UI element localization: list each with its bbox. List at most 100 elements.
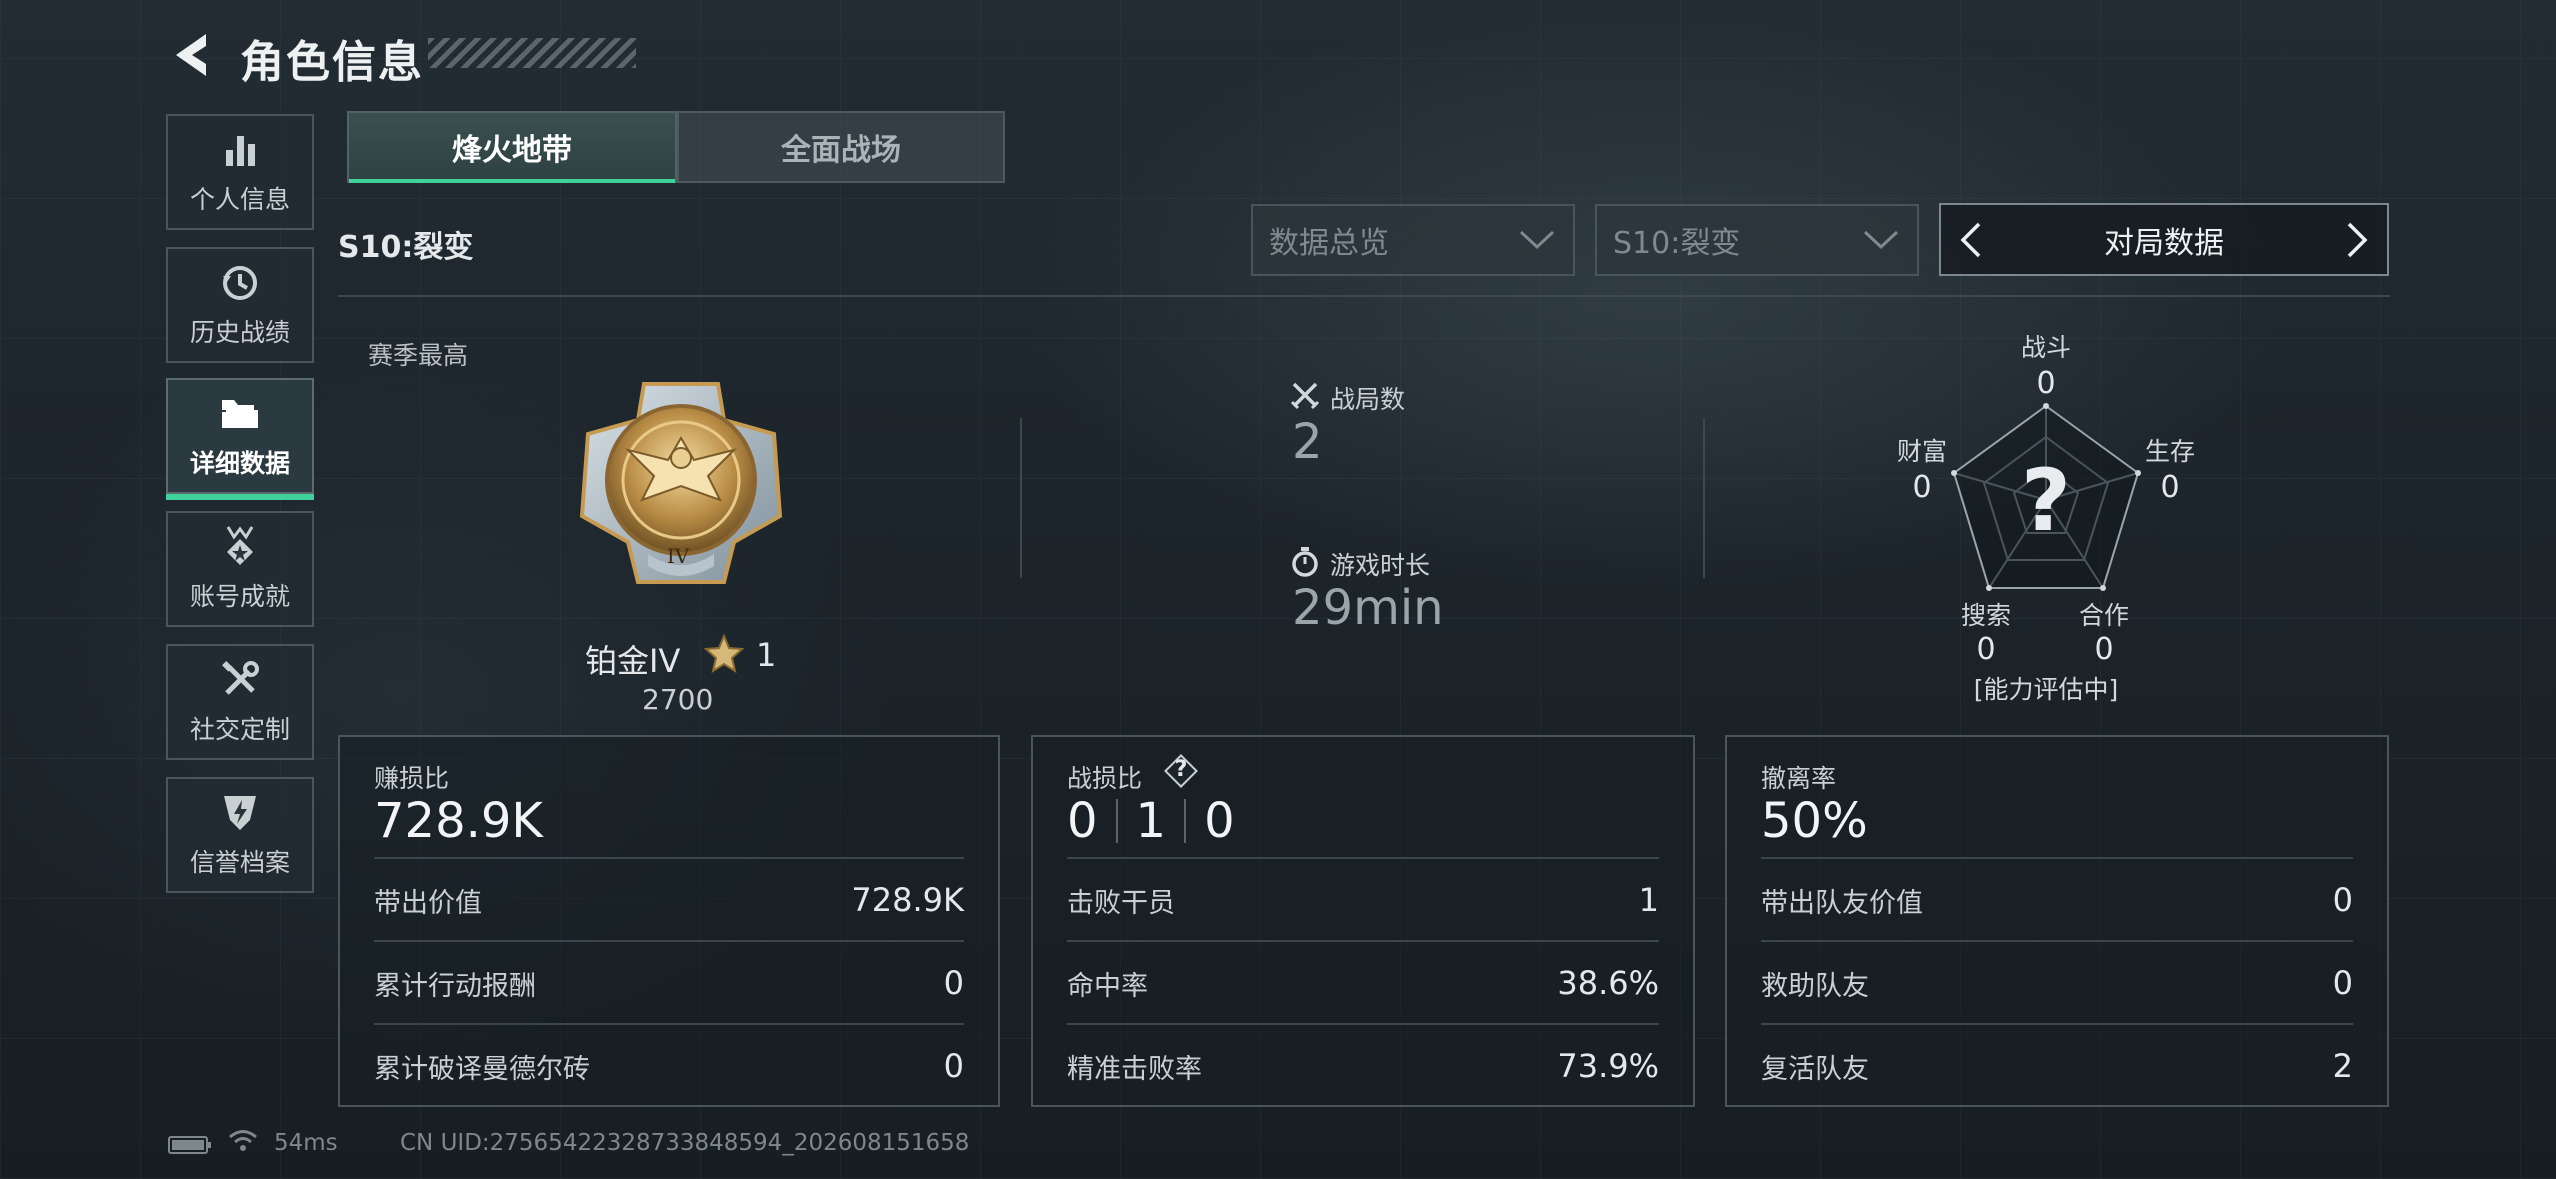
row-value: 38.6%: [1557, 964, 1659, 1002]
medal-icon: [218, 525, 262, 569]
extraction-panel: 撤离率 50% 带出队友价值 0 救助队友 0 复活队友 2: [1725, 735, 2389, 1107]
match-count-value: 2: [1292, 414, 1323, 470]
row-label: 带出队友价值: [1761, 887, 1923, 919]
bar-chart-icon: [218, 128, 262, 172]
sidebar-item-label: 信誉档案: [189, 848, 290, 877]
play-time-label: 游戏时长: [1330, 551, 1431, 580]
help-mark: ?: [1174, 757, 1188, 782]
row-label: 击败干员: [1067, 887, 1175, 919]
overview-dropdown[interactable]: 数据总览: [1251, 204, 1575, 276]
uid-text: CN UID:275654223287338485​94_20260815165…: [400, 1130, 970, 1156]
divider: [1703, 418, 1705, 578]
radar-axis-value: 0: [2094, 632, 2114, 667]
match-count-label: 战局数: [1330, 385, 1406, 414]
panel-row: 带出价值 728.9K: [374, 857, 964, 941]
tab-label: 烽火地带: [452, 133, 572, 168]
panel-row: 带出队友价值 0: [1761, 857, 2353, 941]
sidebar-item-achievements[interactable]: 账号成就: [166, 511, 314, 627]
chevron-right-icon[interactable]: [2343, 220, 2371, 260]
kd-part: 0: [1067, 793, 1098, 849]
profit-loss-panel: 赚损比 728.9K 带出价值 728.9K 累计行动报酬 0 累计破译曼德尔砖 0: [338, 735, 1000, 1107]
kd-part: 0: [1204, 793, 1235, 849]
page-title: 角色信息: [240, 37, 424, 88]
radar-axis-label: 战斗: [2020, 333, 2071, 362]
folder-icon: [218, 392, 262, 436]
kd-separator: [1115, 799, 1118, 843]
sidebar-item-profile[interactable]: 个人信息: [166, 114, 314, 230]
radar-axis-label: 合作: [2078, 601, 2129, 630]
ping-value: 54ms: [274, 1130, 338, 1156]
sidebar-item-label: 个人信息: [189, 185, 290, 214]
panel-main-value: 50%: [1761, 793, 1868, 849]
chevron-down-icon: [1863, 230, 1899, 250]
divider: [1020, 418, 1022, 578]
panel-row: 精准击败率 73.9%: [1067, 1023, 1659, 1107]
back-arrow-icon[interactable]: [168, 30, 212, 80]
play-time-value: 29min: [1292, 580, 1444, 636]
divider: [338, 295, 2390, 297]
radar-axis-value: 0: [1976, 632, 1996, 667]
chevron-left-icon[interactable]: [1957, 220, 1985, 260]
kill-death-panel: 战损比 ? 0 1 0 击败干员 1 命中率 38.6% 精准击败率 73.9%: [1031, 735, 1695, 1107]
row-value: 0: [2332, 964, 2353, 1002]
tab-hazard-zone[interactable]: 烽火地带: [347, 111, 677, 183]
sidebar-item-label: 账号成就: [189, 582, 290, 611]
row-value: 728.9K: [851, 881, 964, 919]
panel-row: 累计行动报酬 0: [374, 940, 964, 1024]
row-label: 带出价值: [374, 887, 482, 919]
panel-title: 赚损比: [374, 764, 450, 793]
rank-score: 2700: [642, 683, 714, 716]
kd-part: 1: [1135, 793, 1167, 849]
sidebar-item-credit[interactable]: 信誉档案: [166, 777, 314, 893]
sidebar-item-details[interactable]: 详细数据: [166, 378, 314, 500]
sidebar-item-label: 详细数据: [189, 449, 290, 478]
wifi-icon: [228, 1128, 258, 1154]
title-decoration: [428, 38, 636, 68]
dropdown-value: 数据总览: [1269, 226, 1389, 261]
dropdown-value: S10:裂变: [1613, 226, 1741, 261]
shield-bolt-icon: [218, 791, 262, 835]
rank-badge-numeral: IV: [666, 544, 690, 568]
tab-label: 全面战场: [781, 133, 901, 168]
row-label: 救助队友: [1761, 970, 1869, 1002]
panel-row: 命中率 38.6%: [1067, 940, 1659, 1024]
tab-full-battlefield[interactable]: 全面战场: [677, 111, 1005, 183]
panel-row: 复活队友 2: [1761, 1023, 2353, 1107]
radar-axis-label: 生存: [2144, 437, 2195, 466]
panel-title: 战损比: [1067, 764, 1143, 793]
stopwatch-icon: [1290, 546, 1320, 578]
radar-axis-value: 0: [2160, 470, 2180, 505]
panel-main-value: 0 1 0: [1067, 793, 1235, 849]
row-label: 累计行动报酬: [374, 970, 536, 1002]
season-best-label: 赛季最高: [368, 341, 469, 370]
row-value: 1: [1638, 881, 1659, 919]
sidebar-item-label: 社交定制: [189, 715, 290, 744]
row-value: 0: [2332, 881, 2353, 919]
chevron-down-icon: [1519, 230, 1555, 250]
sidebar-item-label: 历史战绩: [189, 318, 290, 347]
row-value: 73.9%: [1557, 1047, 1659, 1085]
battery-icon: [168, 1134, 212, 1156]
season-dropdown[interactable]: S10:裂变: [1595, 204, 1919, 276]
crossed-swords-icon: [1290, 380, 1320, 410]
radar-axis-value: 0: [1912, 470, 1932, 505]
clock-history-icon: [218, 261, 262, 305]
row-label: 命中率: [1067, 970, 1148, 1002]
data-type-pager: 对局数据: [1939, 203, 2389, 276]
radar-unknown-mark: ?: [2021, 451, 2071, 551]
help-icon[interactable]: ?: [1163, 753, 1199, 789]
row-value: 0: [943, 964, 964, 1002]
sidebar-item-history[interactable]: 历史战绩: [166, 247, 314, 363]
panel-title: 撤离率: [1761, 764, 1837, 793]
kd-separator: [1184, 799, 1187, 843]
pager-label: 对局数据: [2104, 225, 2224, 261]
row-label: 复活队友: [1761, 1053, 1869, 1085]
radar-axis-label: 搜索: [1960, 601, 2011, 630]
radar-status: [能力评估中]: [1973, 675, 2119, 704]
tools-icon: [218, 658, 262, 702]
panel-main-value: 728.9K: [374, 793, 543, 849]
radar-axis-value: 0: [2036, 366, 2056, 401]
sidebar-item-social[interactable]: 社交定制: [166, 644, 314, 760]
row-label: 精准击败率: [1067, 1053, 1202, 1085]
rank-name: 铂金IV: [585, 642, 681, 680]
